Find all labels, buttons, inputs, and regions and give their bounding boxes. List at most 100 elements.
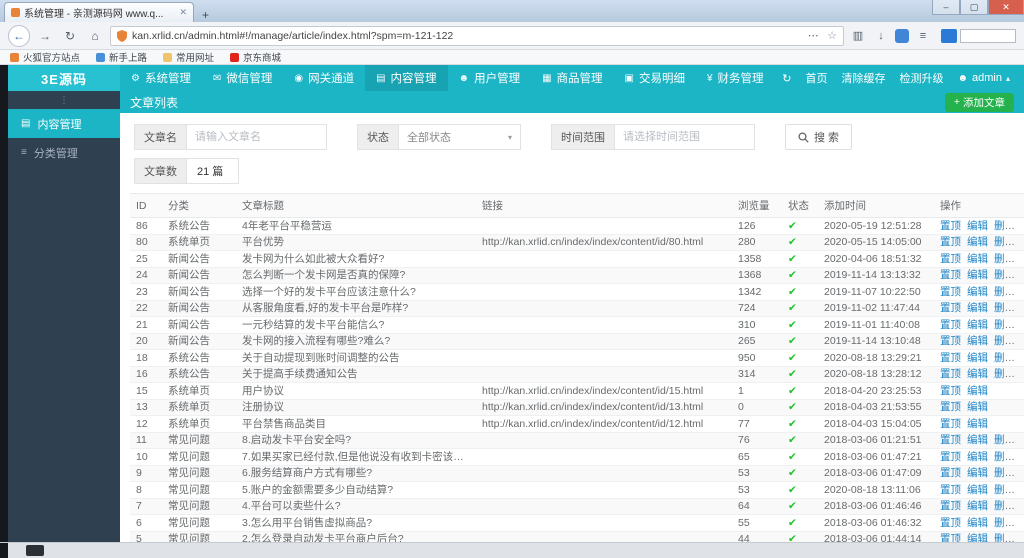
delete-link[interactable]: 删除 — [994, 286, 1015, 298]
delete-link[interactable]: 删除 — [994, 467, 1015, 479]
edit-link[interactable]: 编辑 — [967, 451, 988, 463]
nav-item-wechat[interactable]: ✉ 微信管理 — [202, 65, 283, 91]
new-tab-button[interactable]: + — [194, 8, 217, 22]
pin-link[interactable]: 置顶 — [940, 236, 961, 248]
edit-link[interactable]: 编辑 — [967, 434, 988, 446]
nav-item-finance[interactable]: ¥ 财务管理 — [696, 65, 775, 91]
edit-link[interactable]: 编辑 — [967, 253, 988, 265]
edit-link[interactable]: 编辑 — [967, 220, 988, 232]
user-menu[interactable]: ☻ admin ▴ — [957, 72, 1010, 84]
status-select[interactable]: 全部状态 ▾ — [399, 124, 521, 150]
delete-link[interactable]: 删除 — [994, 434, 1015, 446]
pin-link[interactable]: 置顶 — [940, 533, 961, 542]
edit-link[interactable]: 编辑 — [967, 418, 988, 430]
delete-link[interactable]: 删除 — [994, 236, 1015, 248]
delete-link[interactable]: 删除 — [994, 269, 1015, 281]
nav-item-system[interactable]: ⚙ 系统管理 — [120, 65, 202, 91]
pin-link[interactable]: 置顶 — [940, 385, 961, 397]
search-button[interactable]: 搜 索 — [785, 124, 853, 150]
back-button[interactable]: ← — [8, 24, 30, 47]
browser-tab[interactable]: 系统管理 - 亲测源码网 www.q... ✕ — [4, 2, 194, 22]
pin-link[interactable]: 置顶 — [940, 352, 961, 364]
pin-link[interactable]: 置顶 — [940, 517, 961, 529]
pin-link[interactable]: 置顶 — [940, 500, 961, 512]
edit-link[interactable]: 编辑 — [967, 517, 988, 529]
pin-link[interactable]: 置顶 — [940, 253, 961, 265]
delete-link[interactable]: 删除 — [994, 220, 1015, 232]
forward-button[interactable]: → — [35, 26, 55, 46]
address-bar[interactable]: kan.xrlid.cn/admin.html#!/manage/article… — [110, 25, 844, 46]
delete-link[interactable]: 删除 — [994, 335, 1015, 347]
delete-link[interactable]: 删除 — [994, 319, 1015, 331]
nav-item-user[interactable]: ☻ 用户管理 — [448, 65, 532, 91]
bookmark-item[interactable]: 常用网址 — [163, 50, 214, 64]
delete-link[interactable]: 删除 — [994, 368, 1015, 380]
edit-link[interactable]: 编辑 — [967, 269, 988, 281]
pin-link[interactable]: 置顶 — [940, 418, 961, 430]
time-range-input[interactable] — [615, 124, 755, 150]
nav-item-goods[interactable]: ▦ 商品管理 — [531, 65, 613, 91]
edit-link[interactable]: 编辑 — [967, 467, 988, 479]
bookmark-star-icon[interactable]: ☆ — [827, 29, 837, 42]
edit-link[interactable]: 编辑 — [967, 319, 988, 331]
edit-link[interactable]: 编辑 — [967, 335, 988, 347]
edit-link[interactable]: 编辑 — [967, 401, 988, 413]
header-link-cache[interactable]: 清除缓存 — [841, 70, 885, 86]
tab-close-icon[interactable]: ✕ — [179, 7, 187, 18]
widget-icon[interactable] — [941, 28, 957, 43]
delete-link[interactable]: 删除 — [994, 302, 1015, 314]
article-name-input[interactable] — [187, 124, 327, 150]
pin-link[interactable]: 置顶 — [940, 434, 961, 446]
page-actions-icon[interactable]: ⋯ — [804, 29, 822, 42]
nav-item-content[interactable]: ▤ 内容管理 — [365, 65, 448, 91]
delete-link[interactable]: 删除 — [994, 500, 1015, 512]
taskbar-app-icon[interactable] — [26, 545, 44, 556]
sidebar-toggle-icon[interactable]: ⋮ — [8, 91, 120, 109]
header-link-home[interactable]: 首页 — [805, 70, 827, 86]
window-maximize-button[interactable]: ▢ — [960, 0, 988, 15]
home-button[interactable]: ⌂ — [85, 26, 105, 46]
edit-link[interactable]: 编辑 — [967, 286, 988, 298]
bookmark-item[interactable]: 京东商城 — [230, 50, 281, 64]
pin-link[interactable]: 置顶 — [940, 220, 961, 232]
pin-link[interactable]: 置顶 — [940, 401, 961, 413]
nav-item-gateway[interactable]: ◉ 网关通道 — [283, 65, 365, 91]
edit-link[interactable]: 编辑 — [967, 302, 988, 314]
edit-link[interactable]: 编辑 — [967, 385, 988, 397]
edit-link[interactable]: 编辑 — [967, 500, 988, 512]
edit-link[interactable]: 编辑 — [967, 352, 988, 364]
sidebar-item-category[interactable]: ≡ 分类管理 — [8, 138, 120, 167]
delete-link[interactable]: 删除 — [994, 517, 1015, 529]
edit-link[interactable]: 编辑 — [967, 484, 988, 496]
pin-link[interactable]: 置顶 — [940, 286, 961, 298]
delete-link[interactable]: 删除 — [994, 253, 1015, 265]
delete-link[interactable]: 删除 — [994, 451, 1015, 463]
security-shield-icon[interactable] — [117, 29, 127, 42]
pin-link[interactable]: 置顶 — [940, 467, 961, 479]
pin-link[interactable]: 置顶 — [940, 484, 961, 496]
bookmark-item[interactable]: 火狐官方站点 — [10, 50, 80, 64]
extension-icon[interactable] — [895, 28, 909, 43]
pin-link[interactable]: 置顶 — [940, 368, 961, 380]
delete-link[interactable]: 删除 — [994, 352, 1015, 364]
delete-link[interactable]: 删除 — [994, 484, 1015, 496]
window-close-button[interactable]: ✕ — [988, 0, 1024, 15]
pin-link[interactable]: 置顶 — [940, 302, 961, 314]
bookmark-item[interactable]: 新手上路 — [96, 50, 147, 64]
edit-link[interactable]: 编辑 — [967, 533, 988, 542]
edit-link[interactable]: 编辑 — [967, 236, 988, 248]
sidebar-item-content[interactable]: ▤ 内容管理 — [8, 109, 120, 138]
add-article-button[interactable]: + 添加文章 — [944, 92, 1014, 112]
nav-item-trade[interactable]: ▣ 交易明细 — [614, 65, 696, 91]
downloads-icon[interactable]: ↓ — [872, 30, 890, 42]
pin-link[interactable]: 置顶 — [940, 335, 961, 347]
library-icon[interactable]: ▥ — [849, 29, 867, 42]
header-link-upgrade[interactable]: 检测升级 — [899, 70, 943, 86]
pin-link[interactable]: 置顶 — [940, 451, 961, 463]
delete-link[interactable]: 删除 — [994, 533, 1015, 542]
window-minimize-button[interactable]: – — [932, 0, 960, 15]
refresh-icon[interactable]: ↻ — [782, 72, 791, 85]
pin-link[interactable]: 置顶 — [940, 319, 961, 331]
edit-link[interactable]: 编辑 — [967, 368, 988, 380]
reload-button[interactable]: ↻ — [60, 26, 80, 46]
